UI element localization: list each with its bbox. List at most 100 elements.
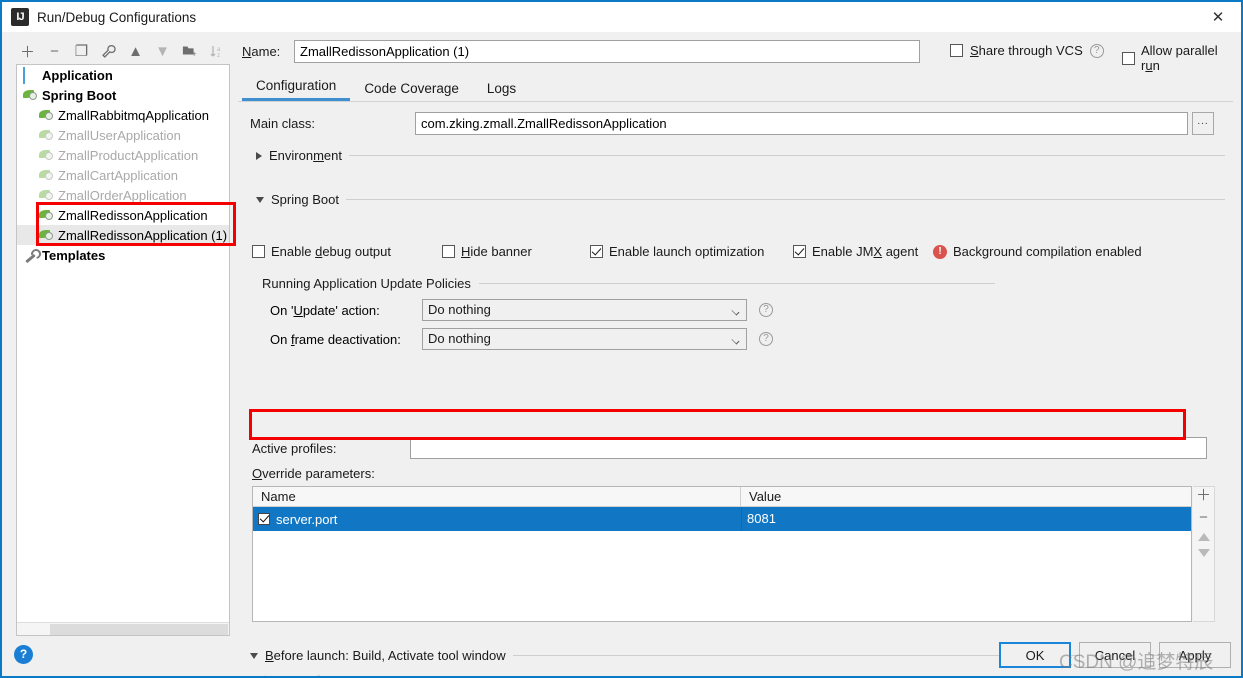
tree-horizontal-scrollbar[interactable] <box>17 622 229 635</box>
tree-item-label: ZmallRedissonApplication (1) <box>58 227 228 243</box>
tree-item-zmallproductapplication[interactable]: ZmallProductApplication <box>17 145 229 165</box>
update-policies-label: Running Application Update Policies <box>262 276 471 291</box>
help-icon[interactable]: ? <box>14 645 33 664</box>
move-down-button[interactable]: ▼ <box>149 39 176 63</box>
tree-item-zmallredissonapplication[interactable]: ZmallRedissonApplication <box>17 205 229 225</box>
on-update-action-select[interactable]: Do nothing <box>422 299 747 321</box>
tab-logs[interactable]: Logs <box>473 81 530 101</box>
share-through-vcs-checkbox[interactable] <box>950 44 963 57</box>
scrollbar-thumb[interactable] <box>50 624 228 635</box>
before-launch-up-button[interactable]: ▲ <box>336 670 362 677</box>
configurations-toolbar: ＋ − ❐ ▲ ▼ + a z <box>14 38 230 64</box>
before-launch-add-button[interactable]: ＋ <box>252 670 278 677</box>
parameter-enabled-checkbox[interactable] <box>258 513 270 525</box>
wrench-icon <box>23 248 39 263</box>
spring-boot-section-header[interactable]: Spring Boot <box>256 192 1225 207</box>
tree-item-zmallorderapplication[interactable]: ZmallOrderApplication <box>17 185 229 205</box>
tree-item-spring-boot[interactable]: Spring Boot <box>17 85 229 105</box>
hide-banner-item[interactable]: Hide banner <box>442 244 590 259</box>
on-update-action-row: On 'Update' action: Do nothing ? <box>270 299 773 321</box>
before-launch-remove-button[interactable]: − <box>280 670 306 677</box>
enable-launch-optimization-item[interactable]: Enable launch optimization <box>590 244 793 259</box>
chevron-down-icon[interactable] <box>256 196 264 203</box>
move-up-button[interactable]: ▲ <box>122 39 149 63</box>
tab-configuration[interactable]: Configuration <box>242 78 351 101</box>
on-frame-deactivation-select[interactable]: Do nothing <box>422 328 747 350</box>
move-parameter-up-button[interactable] <box>1197 533 1210 541</box>
environment-section-header[interactable]: Environment <box>256 148 1225 163</box>
help-icon[interactable]: ? <box>759 332 773 346</box>
tree-item-label: ZmallCartApplication <box>58 167 178 183</box>
tree-item-label: Spring Boot <box>42 87 117 103</box>
copy-button[interactable]: ❐ <box>68 39 95 63</box>
svg-text:+: + <box>191 49 196 58</box>
parameter-name-cell[interactable]: server.port <box>253 512 741 527</box>
edit-templates-button[interactable] <box>95 39 122 63</box>
configurations-tree[interactable]: Application Spring Boot ZmallRabbitmqApp… <box>16 64 230 636</box>
window-title: Run/Debug Configurations <box>37 9 197 25</box>
tab-code-coverage[interactable]: Code Coverage <box>350 81 473 101</box>
ok-button[interactable]: OK <box>999 642 1071 668</box>
tree-item-templates[interactable]: Templates <box>17 245 229 265</box>
enable-debug-output-item[interactable]: Enable debug output <box>252 244 442 259</box>
enable-jmx-agent-item[interactable]: Enable JMX agent <box>793 244 933 259</box>
remove-parameter-button[interactable]: − <box>1199 510 1208 525</box>
tree-item-zmallrabbitmqapplication[interactable]: ZmallRabbitmqApplication <box>17 105 229 125</box>
on-update-action-value: Do nothing <box>428 302 491 317</box>
help-icon[interactable]: ? <box>1089 43 1104 58</box>
table-row[interactable]: server.port 8081 <box>253 507 1191 531</box>
chevron-down-icon[interactable] <box>250 652 258 659</box>
cancel-button[interactable]: Cancel <box>1079 642 1151 668</box>
before-launch-edit-button[interactable]: ✎ <box>308 670 334 676</box>
enable-launch-optimization-label: Enable launch optimization <box>609 244 765 259</box>
spring-boot-icon <box>39 208 55 223</box>
tree-item-zmallredissonapplication-1[interactable]: ZmallRedissonApplication (1) <box>17 225 229 245</box>
divider <box>478 283 995 284</box>
sort-alphabetically-button[interactable]: a z <box>203 39 230 63</box>
intellij-idea-icon: IJ <box>11 8 29 26</box>
chevron-down-icon[interactable] <box>731 307 740 316</box>
move-into-folder-button[interactable]: + <box>176 39 203 63</box>
main-class-label: Main class: <box>250 116 316 131</box>
tree-item-label: ZmallRabbitmqApplication <box>58 107 210 123</box>
enable-debug-output-label: Enable debug output <box>271 244 392 259</box>
spring-boot-icon <box>39 108 55 123</box>
enable-jmx-agent-label: Enable JMX agent <box>812 244 919 259</box>
override-parameters-label: Override parameters: <box>252 466 375 481</box>
main-class-browse-button[interactable]: ... <box>1192 112 1214 135</box>
apply-button[interactable]: Apply <box>1159 642 1231 668</box>
allow-parallel-run-checkbox[interactable] <box>1122 51 1135 65</box>
name-input[interactable] <box>294 40 920 63</box>
on-frame-deactivation-value: Do nothing <box>428 331 491 346</box>
move-parameter-down-button[interactable] <box>1197 549 1210 557</box>
enable-jmx-agent-checkbox[interactable] <box>793 245 806 258</box>
help-icon[interactable]: ? <box>759 303 773 317</box>
update-policies-header: Running Application Update Policies <box>262 276 995 291</box>
warning-icon: ! <box>933 244 947 259</box>
before-launch-toolbar: ＋ − ✎ ▲ ▼ <box>252 670 390 677</box>
tree-item-zmalluserapplication[interactable]: ZmallUserApplication <box>17 125 229 145</box>
close-icon[interactable]: ✕ <box>1195 2 1241 32</box>
active-profiles-input[interactable] <box>410 437 1207 459</box>
add-parameter-button[interactable]: ＋ <box>1196 488 1211 503</box>
run-debug-configurations-dialog: IJ Run/Debug Configurations ✕ ＋ − ❐ ▲ ▼ … <box>0 0 1243 678</box>
parameter-value-cell[interactable]: 8081 <box>741 507 1191 531</box>
column-header-value[interactable]: Value <box>741 487 1191 506</box>
chevron-right-icon[interactable] <box>256 151 262 160</box>
remove-button[interactable]: − <box>41 39 68 63</box>
enable-launch-optimization-checkbox[interactable] <box>590 245 603 258</box>
tree-item-zmallcartapplication[interactable]: ZmallCartApplication <box>17 165 229 185</box>
enable-debug-output-checkbox[interactable] <box>252 245 265 258</box>
override-parameters-table[interactable]: Name Value server.port 8081 <box>252 486 1192 622</box>
chevron-down-icon[interactable] <box>731 336 740 345</box>
environment-label: Environment <box>269 148 342 163</box>
hide-banner-checkbox[interactable] <box>442 245 455 258</box>
before-launch-down-button[interactable]: ▼ <box>364 670 390 677</box>
svg-text:z: z <box>217 53 220 59</box>
column-header-name[interactable]: Name <box>253 487 741 506</box>
tree-item-application[interactable]: Application <box>17 65 229 85</box>
active-profiles-row: Active profiles: <box>252 437 1207 459</box>
add-button[interactable]: ＋ <box>14 39 41 63</box>
name-label: Name: <box>242 44 281 59</box>
main-class-input[interactable] <box>415 112 1188 135</box>
